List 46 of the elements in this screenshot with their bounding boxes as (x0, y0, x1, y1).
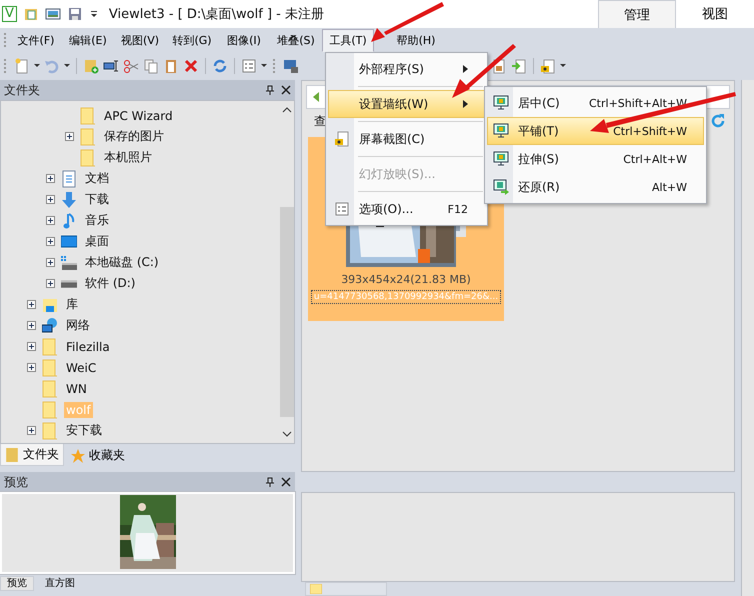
shortcut-text: Ctrl+Shift+W (613, 124, 687, 138)
tree-item[interactable]: Filezilla (64, 338, 112, 354)
menu-item[interactable]: 平铺(T) Ctrl+Shift+W (487, 117, 704, 145)
tree-item[interactable]: 保存的图片 (102, 127, 166, 146)
tree-item[interactable]: 下载 (83, 190, 111, 209)
menu-item[interactable]: 转到(G) (166, 28, 218, 52)
tree-item[interactable]: 软件 (D:) (83, 274, 138, 293)
tree-item[interactable]: 安下载 (64, 421, 104, 440)
menu-item[interactable]: 视图(V) (114, 28, 166, 52)
tree-item[interactable]: 文档 (83, 169, 111, 188)
ribbon-tab[interactable]: 视图 (676, 0, 754, 28)
panel-title: 文件夹 (4, 82, 40, 98)
panel-title: 预览 (4, 474, 28, 490)
tree-item[interactable]: WeiC (64, 360, 98, 376)
tree-item[interactable]: WN (64, 380, 89, 396)
shortcut-text: Ctrl+Alt+W (623, 152, 687, 166)
shortcut-text: F12 (448, 202, 468, 216)
shortcut-text: Alt+W (652, 180, 687, 194)
tree-item[interactable]: 网络 (64, 316, 92, 335)
tree-item[interactable]: 本地磁盘 (C:) (83, 253, 161, 272)
panel-tab[interactable]: 文件夹 (0, 444, 64, 466)
panel-tab[interactable]: 收藏夹 (66, 444, 130, 467)
menu-item[interactable]: 堆叠(S) (270, 28, 322, 52)
ribbon-tab[interactable]: 管理 (598, 0, 676, 28)
view-tab[interactable]: 查 (314, 112, 326, 130)
menu-item[interactable]: 帮助(H) (390, 28, 442, 52)
menu-item[interactable]: 设置墙纸(W) (328, 90, 485, 118)
menu-item[interactable]: 外部程序(S) (328, 55, 485, 83)
tree-item[interactable]: APC Wizard (102, 108, 175, 124)
menu-item[interactable]: 居中(C) Ctrl+Shift+Alt+W (487, 89, 704, 117)
menu-item[interactable]: 文件(F) (10, 28, 62, 52)
file-name: u=4147730568,1370992934&fm=26&... (310, 290, 502, 304)
panel-tab[interactable]: 直方图 (38, 576, 82, 591)
menu-item[interactable]: 编辑(E) (62, 28, 114, 52)
tree-item[interactable]: 本机照片 (102, 148, 154, 167)
menu-item[interactable]: 选项(O)... F12 (328, 195, 485, 223)
panel-tab[interactable]: 预览 (0, 576, 34, 591)
window-title: Viewlet3 - [ D:\桌面\wolf ] - 未注册 (108, 6, 324, 23)
tree-item[interactable]: 桌面 (83, 232, 111, 251)
image-info: 393x454x24(21.83 MB) (341, 273, 471, 286)
tree-item[interactable]: 音乐 (83, 211, 111, 230)
app-logo: V (2, 6, 17, 22)
menu-item[interactable]: 图像(I) (218, 28, 270, 52)
shortcut-text: Ctrl+Shift+Alt+W (589, 96, 687, 110)
menu-item[interactable]: 工具(T) (322, 28, 374, 52)
tree-item[interactable]: 库 (64, 295, 80, 314)
